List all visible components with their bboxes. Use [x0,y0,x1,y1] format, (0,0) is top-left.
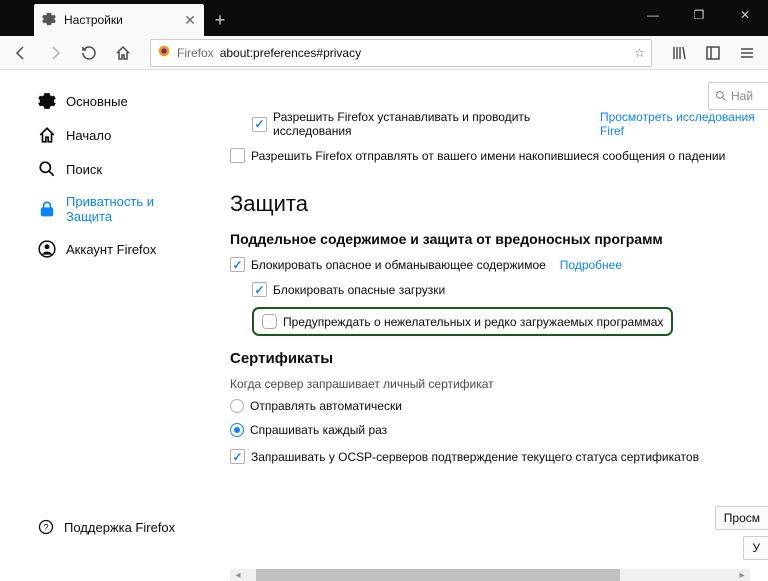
sidebar: Основные Начало Поиск Приватность и Защи… [0,70,180,569]
security-devices-button[interactable]: У [743,536,768,560]
firefox-icon [157,44,171,61]
tab-close-icon[interactable]: ✕ [184,12,196,29]
gear-icon [42,12,56,29]
view-certs-button[interactable]: Просм [715,506,768,530]
certs-ask-label: Спрашивать каждый раз [250,423,387,437]
search-icon [715,90,727,102]
certs-ocsp-label: Запрашивать у OCSP-серверов подтверждени… [251,450,699,464]
sidebar-item-home[interactable]: Начало [38,118,180,152]
home-icon [38,126,56,144]
allow-studies-label: Разрешить Firefox устанавливать и провод… [273,110,586,138]
certs-section-title: Сертификаты [230,350,768,367]
certs-auto-radio[interactable] [230,399,244,413]
help-icon: ? [38,519,54,535]
allow-crash-checkbox[interactable] [230,148,245,163]
sidebar-item-label: Поиск [66,162,102,177]
block-downloads-checkbox[interactable] [252,282,267,297]
allow-studies-row: Разрешить Firefox устанавливать и провод… [252,110,768,138]
library-icon[interactable] [664,39,694,67]
search-input[interactable]: Най [708,82,768,110]
main-panel: Най Разрешить Firefox устанавливать и пр… [180,70,768,569]
window-controls: — ❐ ✕ [630,0,768,30]
gear-icon [38,92,56,110]
back-button[interactable] [6,39,36,67]
sidebar-item-search[interactable]: Поиск [38,152,180,186]
block-dangerous-row: Блокировать опасное и обманывающее содер… [230,257,768,272]
warn-unwanted-label: Предупреждать о нежелательных и редко за… [283,315,663,329]
sidebar-icon[interactable] [698,39,728,67]
sidebar-item-privacy[interactable]: Приватность и Защита [38,186,180,232]
block-dangerous-label: Блокировать опасное и обманывающее содер… [251,258,546,272]
sidebar-item-label: Приватность и Защита [66,194,180,224]
minimize-button[interactable]: — [630,0,676,30]
browser-tab[interactable]: Настройки ✕ [34,4,204,36]
content: Основные Начало Поиск Приватность и Защи… [0,70,768,569]
sidebar-item-label: Основные [66,94,128,109]
support-label: Поддержка Firefox [64,520,175,535]
warn-unwanted-row: Предупреждать о нежелательных и редко за… [252,307,768,336]
certs-ask-row: Спрашивать каждый раз [230,423,768,437]
maximize-button[interactable]: ❐ [676,0,722,30]
title-bar: Настройки ✕ + — ❐ ✕ [0,0,768,36]
certs-ask-radio[interactable] [230,423,244,437]
certs-ocsp-row: Запрашивать у OCSP-серверов подтверждени… [230,449,768,464]
view-studies-link[interactable]: Просмотреть исследования Firef [600,110,768,138]
support-link[interactable]: ? Поддержка Firefox [38,519,175,535]
reload-button[interactable] [74,39,104,67]
horizontal-scrollbar[interactable]: ◂ ▸ [230,569,750,581]
allow-crash-label: Разрешить Firefox отправлять от вашего и… [251,149,725,163]
url-bar[interactable]: Firefox about:preferences#privacy ☆ [150,39,652,67]
forward-button[interactable] [40,39,70,67]
certs-ocsp-checkbox[interactable] [230,449,245,464]
search-icon [38,160,56,178]
scrollbar-thumb[interactable] [256,569,620,581]
url-text: about:preferences#privacy [220,46,635,60]
security-section-title: Защита [230,191,768,217]
sidebar-item-general[interactable]: Основные [38,84,180,118]
block-dangerous-learnmore-link[interactable]: Подробнее [560,258,622,272]
warn-unwanted-highlight: Предупреждать о нежелательных и редко за… [252,307,673,336]
sidebar-item-label: Начало [66,128,111,143]
certs-auto-label: Отправлять автоматически [250,399,402,413]
lock-icon [38,200,56,218]
close-button[interactable]: ✕ [722,0,768,30]
block-dangerous-checkbox[interactable] [230,257,245,272]
block-downloads-row: Блокировать опасные загрузки [252,282,768,297]
scroll-left-icon[interactable]: ◂ [230,570,246,581]
home-button[interactable] [108,39,138,67]
certs-subtext: Когда сервер запрашивает личный сертифик… [230,377,768,391]
tab-title: Настройки [64,13,123,27]
sidebar-item-label: Аккаунт Firefox [66,242,156,257]
url-badge: Firefox [177,46,214,60]
deceptive-subtitle: Поддельное содержимое и защита от вредон… [230,231,768,247]
menu-icon[interactable] [732,39,762,67]
new-tab-button[interactable]: + [204,4,236,36]
block-downloads-label: Блокировать опасные загрузки [273,283,445,297]
search-placeholder: Най [731,89,753,103]
allow-studies-checkbox[interactable] [252,117,267,132]
scroll-right-icon[interactable]: ▸ [734,570,750,581]
warn-unwanted-checkbox[interactable] [262,314,277,329]
certs-auto-row: Отправлять автоматически [230,399,768,413]
toolbar: Firefox about:preferences#privacy ☆ [0,36,768,70]
bookmark-star-icon[interactable]: ☆ [634,46,645,60]
svg-text:?: ? [43,523,48,533]
sidebar-item-account[interactable]: Аккаунт Firefox [38,232,180,266]
firefox-account-icon [38,240,56,258]
allow-crash-row: Разрешить Firefox отправлять от вашего и… [230,148,768,163]
